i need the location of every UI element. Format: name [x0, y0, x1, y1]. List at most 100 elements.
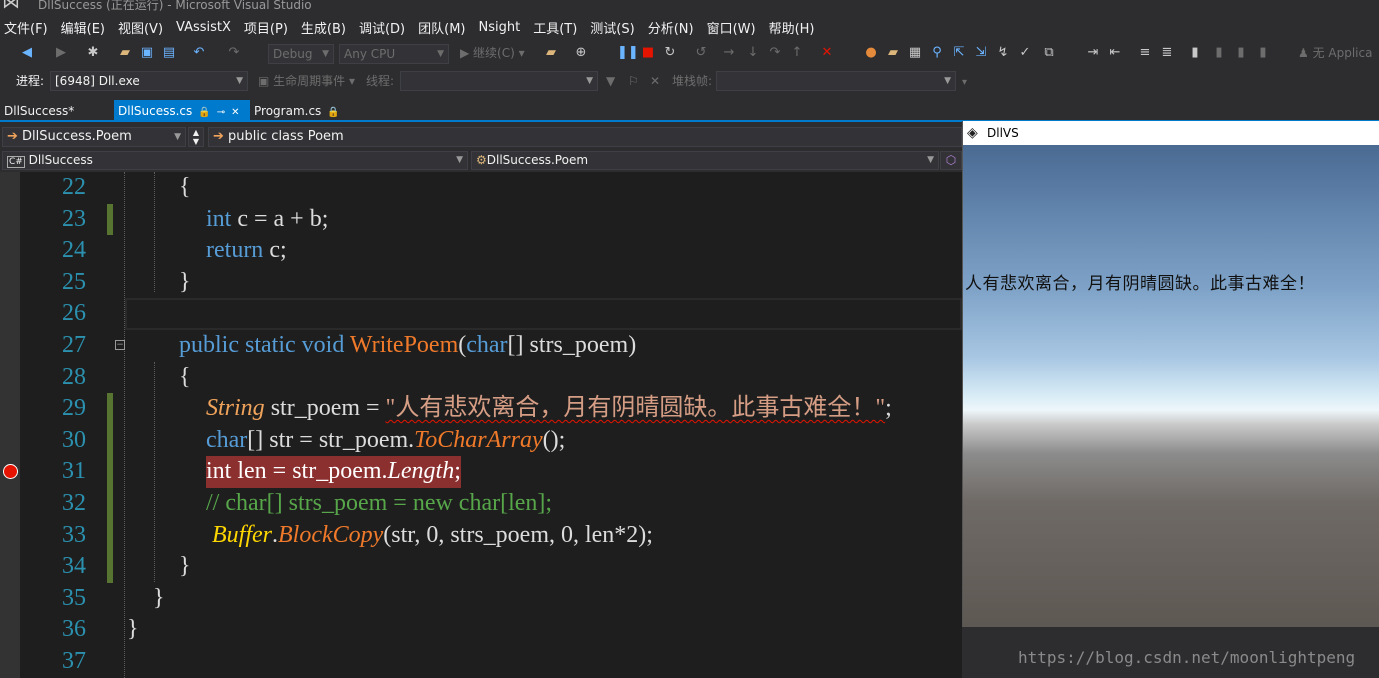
copy-icon[interactable]: ⧉ — [1040, 44, 1058, 62]
break-all-icon[interactable]: ❚❚ — [617, 44, 639, 62]
process-select[interactable]: [6948] Dll.exe ▼ — [50, 71, 248, 91]
menu-vassistx[interactable]: VAssistX — [172, 20, 240, 35]
filter-icon[interactable]: ▼ — [606, 72, 615, 90]
member-select[interactable]: ➔ public class Poem — [208, 127, 962, 147]
line-number: 28 — [62, 363, 86, 390]
line-number: 24 — [62, 237, 86, 264]
solution-configuration-select[interactable]: Debug ▼ — [268, 44, 334, 64]
chevron-down-icon: ▼ — [586, 76, 593, 86]
flag-threads-icon[interactable]: ⚐ — [628, 72, 639, 90]
breakpoint-margin[interactable] — [0, 172, 20, 678]
search-icon[interactable]: ⚲ — [928, 44, 946, 62]
game-window-titlebar[interactable]: ◈ DllVS — [963, 121, 1379, 145]
folder-icon[interactable]: ▰ — [884, 44, 902, 62]
menu-analyze[interactable]: 分析(N) — [644, 18, 703, 37]
close-icon[interactable]: ✕ — [231, 107, 239, 118]
continue-button[interactable]: ▶ 继续(C) ▾ — [460, 44, 525, 62]
menu-project[interactable]: 项目(P) — [240, 18, 297, 37]
indent-icon[interactable]: ⇥ — [1084, 44, 1102, 62]
split-scroll-buttons[interactable]: ▲ ▼ — [188, 127, 204, 147]
menu-debug[interactable]: 调试(D) — [355, 18, 414, 37]
save-icon[interactable]: ▣ — [138, 44, 156, 62]
restart-icon[interactable]: ↻ — [661, 44, 679, 62]
tab-dllsuccess-project[interactable]: DllSuccess* — [0, 100, 114, 122]
collapse-toggle-icon[interactable]: − — [115, 340, 125, 350]
toolbar-overflow-icon[interactable]: ▾ — [962, 74, 967, 92]
menu-view[interactable]: 视图(V) — [114, 18, 172, 37]
menu-help[interactable]: 帮助(H) — [765, 18, 824, 37]
stop-debugging-icon[interactable]: ■ — [639, 44, 657, 62]
refactor-icon[interactable]: ↯ — [994, 44, 1012, 62]
line-number: 36 — [62, 616, 86, 643]
save-all-icon[interactable]: ▤ — [160, 44, 178, 62]
step-over-icon-2[interactable]: ↷ — [766, 44, 784, 62]
uncomment-icon[interactable]: ≣ — [1158, 44, 1176, 62]
tab-program-cs[interactable]: Program.cs 🔒 — [250, 100, 360, 122]
application-insights-button[interactable]: ♟ 无 Applica — [1298, 44, 1372, 62]
step-out-icon[interactable]: ↑ — [788, 44, 806, 62]
menu-file[interactable]: 文件(F) — [0, 18, 57, 37]
open-file-icon[interactable]: ▰ — [116, 44, 134, 62]
type-select[interactable]: ⚙DllSuccess.Poem ▼ — [471, 151, 939, 170]
show-next-statement-icon[interactable]: ↺ — [692, 44, 710, 62]
code-editor[interactable]: 22 { 23 int c = a + b; 24 return c; 25 }… — [0, 172, 962, 678]
solution-platform-select[interactable]: Any CPU ▼ — [339, 44, 449, 64]
member-icon-select[interactable]: ⬡ — [940, 151, 962, 170]
step-into-icon[interactable]: → — [720, 44, 738, 62]
breakpoints-icon[interactable]: ✕ — [818, 44, 836, 62]
project-select[interactable]: C# DllSuccess ▼ — [2, 151, 468, 170]
namespace-select[interactable]: ➔ DllSuccess.Poem ▼ — [2, 127, 186, 147]
attach-icon[interactable]: ▰ — [542, 44, 560, 62]
show-threads-icon[interactable]: ✕ — [650, 72, 660, 90]
next-bookmark-icon[interactable]: ▮ — [1232, 44, 1250, 62]
find-icon[interactable]: ⊕ — [572, 44, 590, 62]
menu-team[interactable]: 团队(M) — [414, 18, 474, 37]
unity-game-window[interactable]: ◈ DllVS 人有悲欢离合，月有阴晴圆缺。此事古难全！ — [962, 121, 1379, 627]
line-number: 33 — [62, 521, 86, 548]
string-literal: "人有悲欢离合，月有阴晴圆缺。此事古难全！" — [385, 395, 886, 422]
code-line-25: 25 } — [20, 267, 962, 299]
navigate-back-icon[interactable]: ◀ — [18, 44, 36, 62]
menu-nsight[interactable]: Nsight — [475, 20, 530, 35]
redo-icon[interactable]: ↷ — [225, 44, 243, 62]
step-over-icon[interactable]: ↓ — [744, 44, 762, 62]
pin-icon[interactable]: ⊸ — [217, 107, 225, 118]
visual-studio-logo-icon: ⋈ — [2, 0, 20, 13]
go-to-icon[interactable]: ⇱ — [950, 44, 968, 62]
tab-dllsucess-cs[interactable]: DllSucess.cs 🔒 ⊸ ✕ — [114, 100, 250, 122]
code-line-34: 34 } — [20, 551, 962, 583]
menu-edit[interactable]: 编辑(E) — [57, 18, 114, 37]
new-project-icon[interactable]: ✱ — [84, 44, 102, 62]
code-line-30: 30 char[] str = str_poem.ToCharArray(); — [20, 424, 962, 457]
bookmark-icon[interactable]: ▮ — [1186, 44, 1204, 62]
code-line-33: 33 Buffer.BlockCopy(str, 0, strs_poem, 0… — [20, 519, 962, 552]
navigate-forward-icon[interactable]: ▶ — [52, 44, 70, 62]
stack-frame-select[interactable]: ▼ — [716, 71, 956, 91]
undo-icon[interactable]: ↶ — [190, 44, 208, 62]
title-bar: ⋈ DllSuccess (正在运行) - Microsoft Visual S… — [0, 0, 1379, 14]
code-text: public static void WritePoem(char[] strs… — [179, 330, 636, 362]
menu-window[interactable]: 窗口(W) — [703, 18, 765, 37]
clear-bookmarks-icon[interactable]: ▮ — [1254, 44, 1272, 62]
game-viewport[interactable]: 人有悲欢离合，月有阴晴圆缺。此事古难全！ — [963, 145, 1379, 627]
change-marker — [107, 551, 113, 583]
go-to-icon-2[interactable]: ⇲ — [972, 44, 990, 62]
menu-test[interactable]: 测试(S) — [586, 18, 643, 37]
menu-build[interactable]: 生成(B) — [297, 18, 355, 37]
diagnostic-icon[interactable]: ● — [862, 44, 880, 62]
comment-icon[interactable]: ≡ — [1136, 44, 1154, 62]
code-line-31: 31 int len = str_poem.Length; — [20, 456, 962, 488]
breakpoint-icon[interactable] — [3, 464, 18, 479]
menu-tools[interactable]: 工具(T) — [529, 18, 586, 37]
spell-check-icon[interactable]: ✓ — [1016, 44, 1034, 62]
lifecycle-events-button[interactable]: ▣ 生命周期事件 ▾ — [258, 72, 355, 90]
parameter-list: [] strs_poem) — [507, 332, 637, 358]
prev-bookmark-icon[interactable]: ▮ — [1210, 44, 1228, 62]
watermark: https://blog.csdn.net/moonlightpeng — [1018, 648, 1356, 667]
code-line-36: 36 } — [20, 614, 962, 646]
outdent-icon[interactable]: ⇤ — [1106, 44, 1124, 62]
thread-select[interactable]: ▼ — [400, 71, 598, 91]
layout-icon[interactable]: ▦ — [906, 44, 924, 62]
chevron-down-icon: ▼ — [456, 155, 463, 165]
arrow-right-icon: ➔ — [213, 129, 224, 144]
